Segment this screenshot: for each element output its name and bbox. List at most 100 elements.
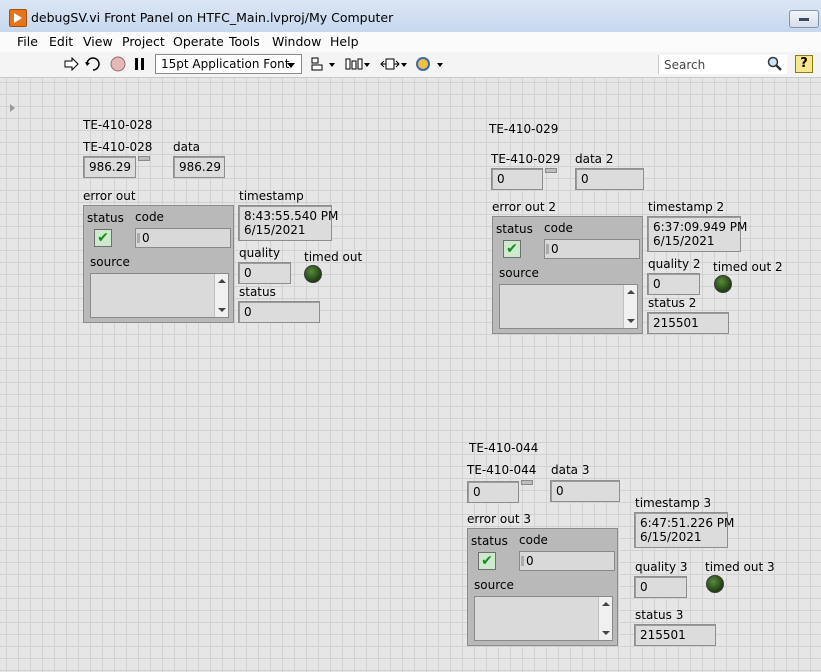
error-out-label: error out [83,189,136,203]
timestamp-time: 8:43:55.540 PM [244,209,339,223]
timestamp-indicator: 8:43:55.540 PM 6/15/2021 [238,205,339,241]
group-title: TE-410-044 [469,441,539,455]
timestamp-indicator: 6:47:51.226 PM 6/15/2021 [634,512,735,548]
panel-expand-icon[interactable] [10,104,16,112]
code-indicator: 0 [544,239,640,259]
error-out-cluster: status ✔ code 0 source [467,528,618,646]
code-label: code [135,210,164,224]
menu-window[interactable]: Window [272,34,321,49]
source-indicator [499,284,638,329]
abort-icon[interactable] [110,55,126,73]
timestamp-date: 6/15/2021 [640,530,702,544]
group-title: TE-410-029 [489,122,559,136]
status-out-indicator: 0 [238,301,320,323]
data-indicator: 0 [575,168,644,190]
timed-out-led-icon [304,265,322,283]
menu-edit[interactable]: Edit [49,34,73,49]
source-label: source [499,266,539,280]
help-icon[interactable]: ? [795,55,813,73]
timestamp-label: timestamp 2 [648,200,725,214]
align-icon[interactable] [310,55,336,73]
timed-out-label: timed out [304,250,363,264]
status-out-label: status [239,285,276,299]
chevron-down-icon [287,63,295,68]
title-bar: debugSV.vi Front Panel on HTFC_Main.lvpr… [0,0,821,33]
tag-label: TE-410-029 [491,152,561,166]
menu-project[interactable]: Project [122,34,165,49]
source-indicator [474,596,613,641]
reorder-icon[interactable] [416,55,444,73]
timestamp-label: timestamp 3 [635,496,712,510]
menu-view[interactable]: View [83,34,113,49]
timed-out-led-icon [706,575,724,593]
menu-tools[interactable]: Tools [229,34,260,49]
menu-bar: File Edit View Project Operate Tools Win… [0,32,821,52]
tag-label: TE-410-044 [467,463,537,477]
tag-indicator: 0 [491,168,543,190]
timestamp-label: timestamp [239,189,304,203]
data-label: data 2 [575,152,614,166]
group-title: TE-410-028 [83,118,153,132]
indicator-connector [138,156,150,161]
code-label: code [544,221,573,235]
source-scrollbar[interactable] [598,597,612,640]
data-indicator: 0 [550,480,620,502]
run-continuously-icon[interactable] [84,55,102,73]
quality-label: quality [239,246,281,260]
code-indicator: 0 [135,228,231,248]
source-label: source [474,578,514,592]
data-label: data 3 [551,463,590,477]
front-panel: TE-410-028 TE-410-028 986.29 data 986.29… [0,78,821,672]
quality-label: quality 3 [635,560,688,574]
timestamp-date: 6/15/2021 [244,223,306,237]
menu-file[interactable]: File [17,34,38,49]
tag-indicator: 0 [467,481,519,503]
menu-help[interactable]: Help [330,34,359,49]
code-value: 0 [142,231,150,245]
source-indicator [90,273,229,318]
timed-out-led-icon [714,275,732,293]
search-placeholder: Search [664,58,706,72]
window-title: debugSV.vi Front Panel on HTFC_Main.lvpr… [31,10,394,25]
code-indicator: 0 [519,551,615,571]
status-check-icon: ✔ [94,229,112,247]
indicator-connector [521,480,533,485]
timed-out-label: timed out 2 [713,260,783,274]
font-select[interactable]: 15pt Application Font [155,54,302,74]
status-label: status [87,211,124,225]
status-check-icon: ✔ [503,240,521,258]
search-icon[interactable] [766,55,784,73]
menu-operate[interactable]: Operate [173,34,224,49]
resize-icon[interactable] [380,55,408,73]
indicator-connector [545,168,557,173]
data-label: data [173,140,201,154]
timestamp-date: 6/15/2021 [653,234,715,248]
status-out-indicator: 215501 [647,312,729,334]
code-value: 0 [526,554,534,568]
source-scrollbar[interactable] [623,285,637,328]
error-out-cluster: status ✔ code 0 source [83,205,234,323]
font-select-value: 15pt Application Font [161,57,290,71]
distribute-icon[interactable] [345,55,371,73]
code-label: code [519,533,548,547]
pause-icon[interactable] [133,55,147,73]
source-scrollbar[interactable] [214,274,228,317]
error-out-label: error out 2 [492,200,556,214]
minimize-button[interactable] [789,10,819,28]
tag-indicator: 986.29 [83,156,136,178]
code-value: 0 [551,242,559,256]
timestamp-time: 6:37:09.949 PM [653,220,748,234]
toolbar: 15pt Application Font Search ? [0,52,821,78]
timestamp-time: 6:47:51.226 PM [640,516,735,530]
timed-out-label: timed out 3 [705,560,775,574]
status-out-label: status 3 [635,608,684,622]
data-indicator: 986.29 [173,156,225,178]
quality-indicator: 0 [238,262,291,284]
quality-indicator: 0 [647,273,700,295]
status-out-indicator: 215501 [634,624,716,646]
quality-label: quality 2 [648,257,701,271]
status-check-icon: ✔ [478,552,496,570]
error-out-label: error out 3 [467,512,531,526]
tag-label: TE-410-028 [83,140,153,154]
run-arrow-icon[interactable] [63,55,79,73]
